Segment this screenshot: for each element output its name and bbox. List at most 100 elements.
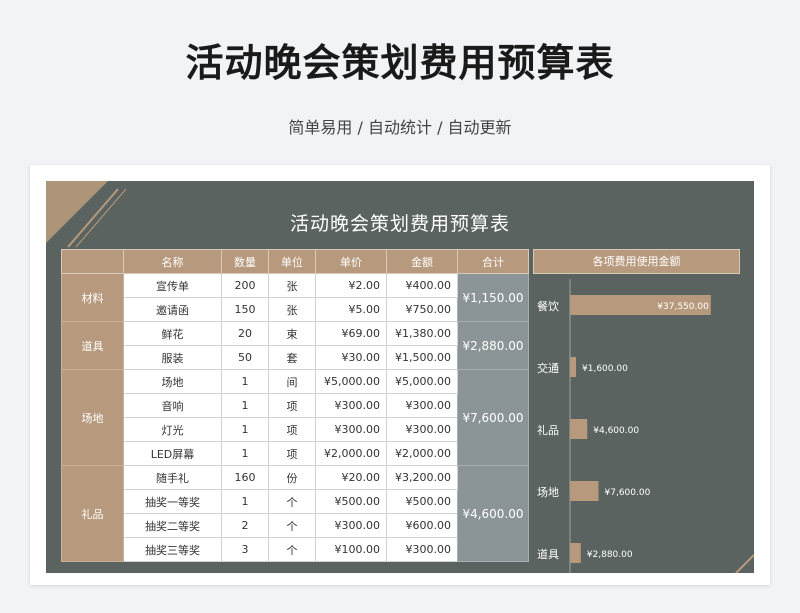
unit-cell[interactable]: 项 bbox=[268, 417, 316, 442]
header-total[interactable]: 合计 bbox=[457, 249, 529, 274]
price-cell[interactable]: ¥30.00 bbox=[315, 345, 387, 370]
amount-cell[interactable]: ¥300.00 bbox=[386, 417, 458, 442]
page-subtitle: 简单易用 / 自动统计 / 自动更新 bbox=[288, 118, 512, 137]
unit-cell[interactable]: 份 bbox=[268, 465, 316, 490]
group-total-cell[interactable]: ¥2,880.00 bbox=[457, 321, 529, 370]
table-row: 道具 鲜花 20 束 ¥69.00 ¥1,380.00 ¥2,880.00 bbox=[61, 321, 529, 370]
price-cell[interactable]: ¥300.00 bbox=[315, 417, 387, 442]
chart-title: 各项费用使用金额 bbox=[533, 249, 740, 274]
name-cell[interactable]: 场地 bbox=[123, 369, 222, 394]
group-total-cell[interactable]: ¥1,150.00 bbox=[457, 273, 529, 322]
name-cell[interactable]: 抽奖一等奖 bbox=[123, 489, 222, 514]
name-cell[interactable]: 随手礼 bbox=[123, 465, 222, 490]
name-cell[interactable]: 抽奖三等奖 bbox=[123, 537, 222, 562]
unit-cell[interactable]: 套 bbox=[268, 345, 316, 370]
unit-cell[interactable]: 项 bbox=[268, 441, 316, 466]
header-price[interactable]: 单价 bbox=[315, 249, 387, 274]
unit-cell[interactable]: 张 bbox=[268, 273, 316, 298]
chart-category-label: 礼品 bbox=[537, 423, 559, 437]
amount-cell[interactable]: ¥3,200.00 bbox=[386, 465, 458, 490]
group-total-cell[interactable]: ¥4,600.00 bbox=[457, 465, 529, 562]
qty-cell[interactable]: 20 bbox=[221, 321, 269, 346]
chart-bar[interactable] bbox=[570, 419, 588, 439]
name-cell[interactable]: 鲜花 bbox=[123, 321, 222, 346]
chart-category-label: 交通 bbox=[537, 361, 559, 375]
amount-cell[interactable]: ¥5,000.00 bbox=[386, 369, 458, 394]
unit-cell[interactable]: 个 bbox=[268, 513, 316, 538]
table-row: 材料 宣传单 200 张 ¥2.00 ¥400.00 ¥1,150.00 bbox=[61, 273, 529, 322]
name-cell[interactable]: 音响 bbox=[123, 393, 222, 418]
header-name[interactable]: 名称 bbox=[123, 249, 222, 274]
amount-cell[interactable]: ¥2,000.00 bbox=[386, 441, 458, 466]
amount-cell[interactable]: ¥300.00 bbox=[386, 393, 458, 418]
sheet-title: 活动晚会策划费用预算表 bbox=[289, 213, 510, 235]
table-header-row: 名称 数量 单位 单价 金额 合计 bbox=[61, 249, 529, 274]
amount-cell[interactable]: ¥300.00 bbox=[386, 537, 458, 562]
amount-cell[interactable]: ¥500.00 bbox=[386, 489, 458, 514]
chart-value-label: ¥4,600.00 bbox=[593, 426, 639, 436]
amount-cell[interactable]: ¥600.00 bbox=[386, 513, 458, 538]
category-cell[interactable]: 道具 bbox=[61, 321, 124, 370]
chart-category-label: 道具 bbox=[537, 547, 559, 561]
chart-bar[interactable] bbox=[570, 357, 576, 377]
chart-bar[interactable] bbox=[570, 481, 599, 501]
price-cell[interactable]: ¥300.00 bbox=[315, 393, 387, 418]
unit-cell[interactable]: 个 bbox=[268, 489, 316, 514]
qty-cell[interactable]: 2 bbox=[221, 513, 269, 538]
chart-category-label: 餐饮 bbox=[537, 299, 559, 313]
price-cell[interactable]: ¥100.00 bbox=[315, 537, 387, 562]
qty-cell[interactable]: 3 bbox=[221, 537, 269, 562]
qty-cell[interactable]: 150 bbox=[221, 297, 269, 322]
category-cell[interactable]: 场地 bbox=[61, 369, 124, 466]
price-cell[interactable]: ¥2,000.00 bbox=[315, 441, 387, 466]
header-category bbox=[61, 249, 124, 274]
name-cell[interactable]: 抽奖二等奖 bbox=[123, 513, 222, 538]
group-total-cell[interactable]: ¥7,600.00 bbox=[457, 369, 529, 466]
chart-value-label: ¥7,600.00 bbox=[605, 488, 651, 498]
price-cell[interactable]: ¥2.00 bbox=[315, 273, 387, 298]
name-cell[interactable]: LED屏幕 bbox=[123, 441, 222, 466]
qty-cell[interactable]: 1 bbox=[221, 489, 269, 514]
price-cell[interactable]: ¥5,000.00 bbox=[315, 369, 387, 394]
qty-cell[interactable]: 1 bbox=[221, 393, 269, 418]
qty-cell[interactable]: 200 bbox=[221, 273, 269, 298]
qty-cell[interactable]: 50 bbox=[221, 345, 269, 370]
price-cell[interactable]: ¥69.00 bbox=[315, 321, 387, 346]
amount-cell[interactable]: ¥750.00 bbox=[386, 297, 458, 322]
page-title: 活动晚会策划费用预算表 bbox=[185, 41, 615, 85]
price-cell[interactable]: ¥5.00 bbox=[315, 297, 387, 322]
name-cell[interactable]: 宣传单 bbox=[123, 273, 222, 298]
spreadsheet: 活动晚会策划费用预算表 名称 数量 单位 单价 金额 合计 材料 宣传单 200 bbox=[46, 181, 754, 573]
chart-value-label: ¥37,550.00 bbox=[657, 302, 709, 312]
unit-cell[interactable]: 束 bbox=[268, 321, 316, 346]
unit-cell[interactable]: 张 bbox=[268, 297, 316, 322]
qty-cell[interactable]: 1 bbox=[221, 369, 269, 394]
table-row: 场地 场地 1 间 ¥5,000.00 ¥5,000.00 ¥7,600.00 bbox=[61, 369, 529, 466]
qty-cell[interactable]: 1 bbox=[221, 417, 269, 442]
name-cell[interactable]: 邀请函 bbox=[123, 297, 222, 322]
unit-cell[interactable]: 个 bbox=[268, 537, 316, 562]
amount-cell[interactable]: ¥1,500.00 bbox=[386, 345, 458, 370]
name-cell[interactable]: 灯光 bbox=[123, 417, 222, 442]
header-amount[interactable]: 金额 bbox=[386, 249, 458, 274]
category-cell[interactable]: 礼品 bbox=[61, 465, 124, 562]
qty-cell[interactable]: 1 bbox=[221, 441, 269, 466]
header-unit[interactable]: 单位 bbox=[268, 249, 316, 274]
chart-category-label: 场地 bbox=[537, 485, 559, 499]
qty-cell[interactable]: 160 bbox=[221, 465, 269, 490]
budget-table: 名称 数量 单位 单价 金额 合计 材料 宣传单 200 张 ¥2.00 ¥40… bbox=[61, 249, 529, 562]
name-cell[interactable]: 服装 bbox=[123, 345, 222, 370]
unit-cell[interactable]: 间 bbox=[268, 369, 316, 394]
price-cell[interactable]: ¥500.00 bbox=[315, 489, 387, 514]
chart-value-label: ¥1,600.00 bbox=[582, 364, 628, 374]
header-qty[interactable]: 数量 bbox=[221, 249, 269, 274]
amount-cell[interactable]: ¥400.00 bbox=[386, 273, 458, 298]
category-cell[interactable]: 材料 bbox=[61, 273, 124, 322]
chart-bar[interactable] bbox=[570, 543, 581, 563]
unit-cell[interactable]: 项 bbox=[268, 393, 316, 418]
price-cell[interactable]: ¥20.00 bbox=[315, 465, 387, 490]
table-row: 礼品 随手礼 160 份 ¥20.00 ¥3,200.00 ¥4,600.00 bbox=[61, 465, 529, 562]
chart-value-label: ¥2,880.00 bbox=[587, 550, 633, 560]
price-cell[interactable]: ¥300.00 bbox=[315, 513, 387, 538]
amount-cell[interactable]: ¥1,380.00 bbox=[386, 321, 458, 346]
